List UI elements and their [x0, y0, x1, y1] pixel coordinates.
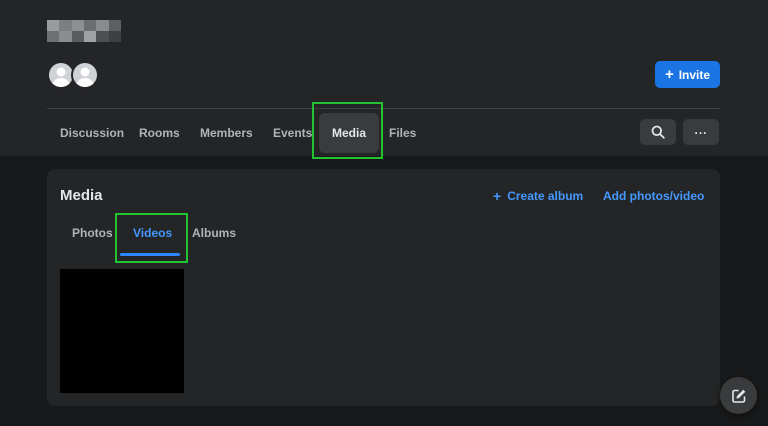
add-photos-video-link[interactable]: Add photos/video [603, 189, 704, 203]
group-header: + Invite Discussion Rooms Members Events… [0, 0, 768, 156]
tab-events[interactable]: Events [273, 111, 312, 154]
tab-label: Rooms [139, 125, 180, 140]
tab-members[interactable]: Members [200, 111, 253, 154]
create-album-link[interactable]: + Create album [493, 189, 583, 203]
default-avatar-icon [52, 67, 70, 87]
member-avatars[interactable] [47, 61, 103, 89]
tab-rooms[interactable]: Rooms [139, 111, 180, 154]
plus-icon: + [664, 66, 674, 83]
tab-files[interactable]: Files [389, 111, 416, 154]
tab-label: Events [273, 125, 313, 140]
invite-label: Invite [678, 67, 711, 82]
compose-icon [731, 389, 745, 403]
media-section: Media + Create album Add photos/video Ph… [47, 169, 720, 406]
tab-media[interactable]: Media [319, 111, 380, 154]
invite-button[interactable]: + Invite [655, 61, 720, 88]
search-button[interactable] [640, 119, 676, 145]
active-subtab-indicator [120, 253, 180, 256]
create-album-label: Create album [507, 189, 584, 203]
video-thumbnail[interactable] [60, 269, 184, 393]
divider [47, 108, 720, 109]
default-avatar-icon [76, 67, 94, 87]
tab-label: Media [319, 112, 380, 153]
subtab-albums[interactable]: Albums [192, 226, 236, 240]
more-icon: ... [694, 122, 708, 137]
tab-label: Members [200, 125, 253, 140]
tab-label: Files [389, 125, 417, 140]
section-title: Media [60, 187, 103, 204]
compose-button[interactable] [720, 377, 757, 414]
search-icon [651, 125, 665, 139]
more-options-button[interactable]: ... [683, 119, 719, 145]
avatar[interactable] [71, 61, 99, 89]
subtab-videos[interactable]: Videos [133, 226, 172, 240]
tab-label: Discussion [60, 125, 125, 140]
plus-icon: + [493, 188, 502, 204]
subtab-photos[interactable]: Photos [72, 226, 113, 240]
redacted-group-name [47, 20, 121, 42]
tab-discussion[interactable]: Discussion [60, 111, 124, 154]
